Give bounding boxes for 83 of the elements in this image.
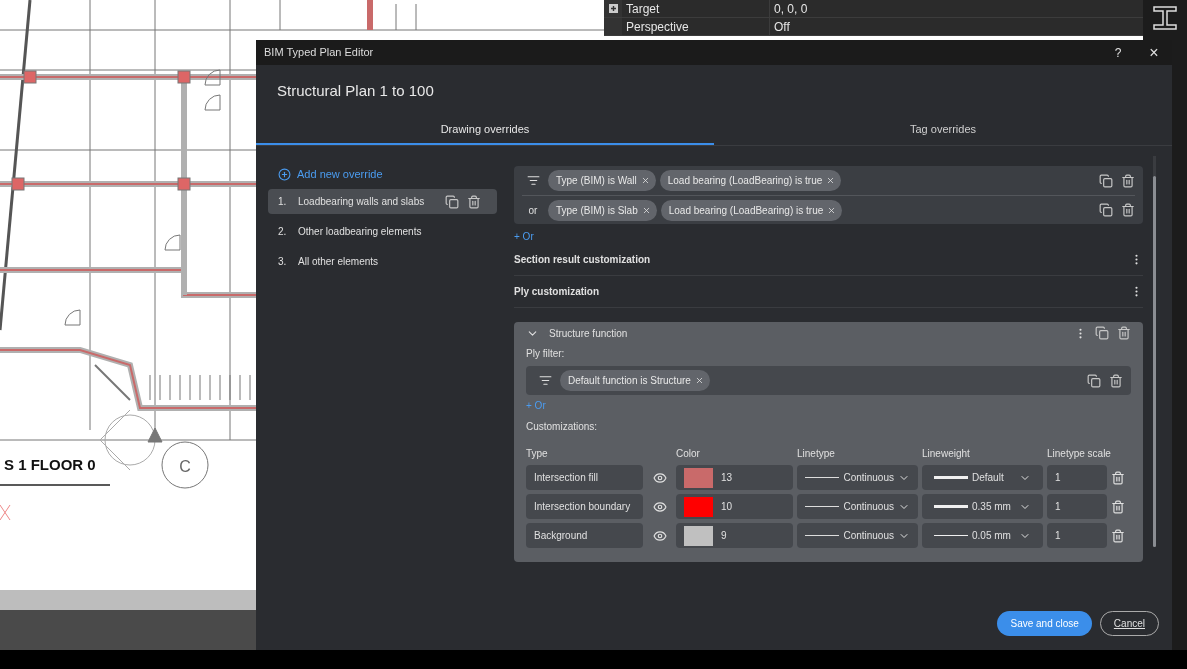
delete-icon[interactable] — [1121, 203, 1135, 217]
i-beam-icon[interactable] — [1151, 4, 1179, 32]
eye-icon[interactable] — [652, 470, 667, 485]
type-field[interactable]: Background — [526, 523, 643, 548]
item-number: 2. — [278, 225, 288, 239]
line-sample — [805, 535, 839, 536]
help-button[interactable]: ? — [1108, 43, 1128, 62]
delete-icon[interactable] — [467, 194, 481, 209]
line-sample — [805, 506, 839, 507]
filter-chip[interactable]: Load bearing (LoadBearing) is true — [660, 199, 843, 221]
eye-icon[interactable] — [652, 499, 667, 514]
delete-icon[interactable] — [1111, 470, 1125, 485]
property-value: 0, 0, 0 — [773, 1, 808, 17]
remove-icon[interactable] — [694, 376, 704, 385]
line-sample — [805, 477, 839, 478]
lineweight-dropdown[interactable]: 0.05 mm — [922, 523, 1043, 548]
ply-title: Structure function — [549, 326, 629, 341]
scale-field[interactable]: 1 — [1047, 465, 1107, 490]
scale-field[interactable]: 1 — [1047, 523, 1107, 548]
or-label: or — [528, 203, 538, 218]
expand-icon[interactable] — [608, 4, 618, 13]
column-header: Type — [526, 447, 549, 461]
type-field[interactable]: Intersection fill — [526, 465, 643, 490]
scrollbar-thumb[interactable] — [1153, 176, 1156, 547]
window-title: BIM Typed Plan Editor — [264, 45, 375, 61]
column-header: Color — [676, 447, 701, 461]
item-label: Other loadbearing elements — [298, 225, 423, 239]
floor-label: S 1 FLOOR 0 — [4, 456, 96, 473]
tab[interactable]: Tag overrides — [714, 115, 1172, 145]
duplicate-icon[interactable] — [1087, 373, 1101, 388]
item-number: 1. — [278, 195, 288, 209]
filter-chip[interactable]: Type (BIM) is Wall — [548, 170, 656, 191]
tab[interactable]: Drawing overrides — [256, 115, 714, 145]
delete-icon[interactable] — [1111, 499, 1125, 514]
close-button[interactable]: × — [1144, 44, 1164, 61]
filter-chip[interactable]: Default function is Structure — [560, 370, 710, 391]
linetype-dropdown[interactable]: Continuous — [797, 465, 918, 490]
remove-icon[interactable] — [826, 176, 836, 185]
linetype-dropdown[interactable]: Continuous — [797, 494, 918, 519]
color-field[interactable]: 13 — [676, 465, 793, 490]
type-field[interactable]: Intersection boundary — [526, 494, 643, 519]
delete-icon[interactable] — [1111, 528, 1125, 543]
scale-field[interactable]: 1 — [1047, 494, 1107, 519]
add-icon — [278, 167, 291, 181]
remove-icon[interactable] — [827, 205, 837, 215]
override-item[interactable]: 2. Other loadbearing elements — [268, 219, 497, 244]
remove-icon[interactable] — [640, 176, 650, 185]
ply-filter-label: Ply filter: — [526, 347, 566, 361]
item-label: All other elements — [298, 255, 380, 269]
delete-icon[interactable] — [1117, 326, 1131, 340]
duplicate-icon[interactable] — [445, 194, 459, 209]
property-label: Perspective — [622, 18, 770, 35]
filter-icon — [538, 374, 552, 387]
remove-icon[interactable] — [641, 205, 651, 215]
item-label: Loadbearing walls and slabs — [298, 195, 426, 209]
filter-icon — [526, 174, 540, 187]
property-label: Target — [622, 0, 770, 17]
duplicate-icon[interactable] — [1099, 203, 1113, 217]
add-override-link[interactable]: Add new override — [268, 166, 497, 182]
dialog-heading: Structural Plan 1 to 100 — [277, 82, 434, 99]
column-header: Linetype — [797, 447, 836, 461]
add-or-link[interactable]: + Or — [514, 229, 534, 244]
section-title[interactable]: Ply customization — [514, 284, 1130, 299]
override-item[interactable]: 1. Loadbearing walls and slabs — [268, 189, 497, 214]
lineweight-dropdown[interactable]: 0.35 mm — [922, 494, 1043, 519]
customizations-label: Customizations: — [526, 420, 599, 434]
eye-icon[interactable] — [652, 528, 667, 543]
column-header: Lineweight — [922, 447, 971, 461]
delete-icon[interactable] — [1121, 173, 1135, 188]
filter-chip[interactable]: Type (BIM) is Slab — [548, 199, 657, 221]
override-item[interactable]: 3. All other elements — [268, 249, 497, 274]
color-field[interactable]: 9 — [676, 523, 793, 548]
duplicate-icon[interactable] — [1095, 326, 1109, 340]
linetype-dropdown[interactable]: Continuous — [797, 523, 918, 548]
delete-icon[interactable] — [1109, 373, 1123, 388]
section-title[interactable]: Section result customization — [514, 252, 1130, 267]
grid-bubble-label: C — [179, 458, 191, 475]
color-field[interactable]: 10 — [676, 494, 793, 519]
lineweight-dropdown[interactable]: Default — [922, 465, 1043, 490]
filter-chip[interactable]: Load bearing (LoadBearing) is true — [659, 170, 842, 191]
item-number: 3. — [278, 255, 288, 269]
property-value: Off — [773, 19, 790, 35]
duplicate-icon[interactable] — [1099, 173, 1113, 188]
